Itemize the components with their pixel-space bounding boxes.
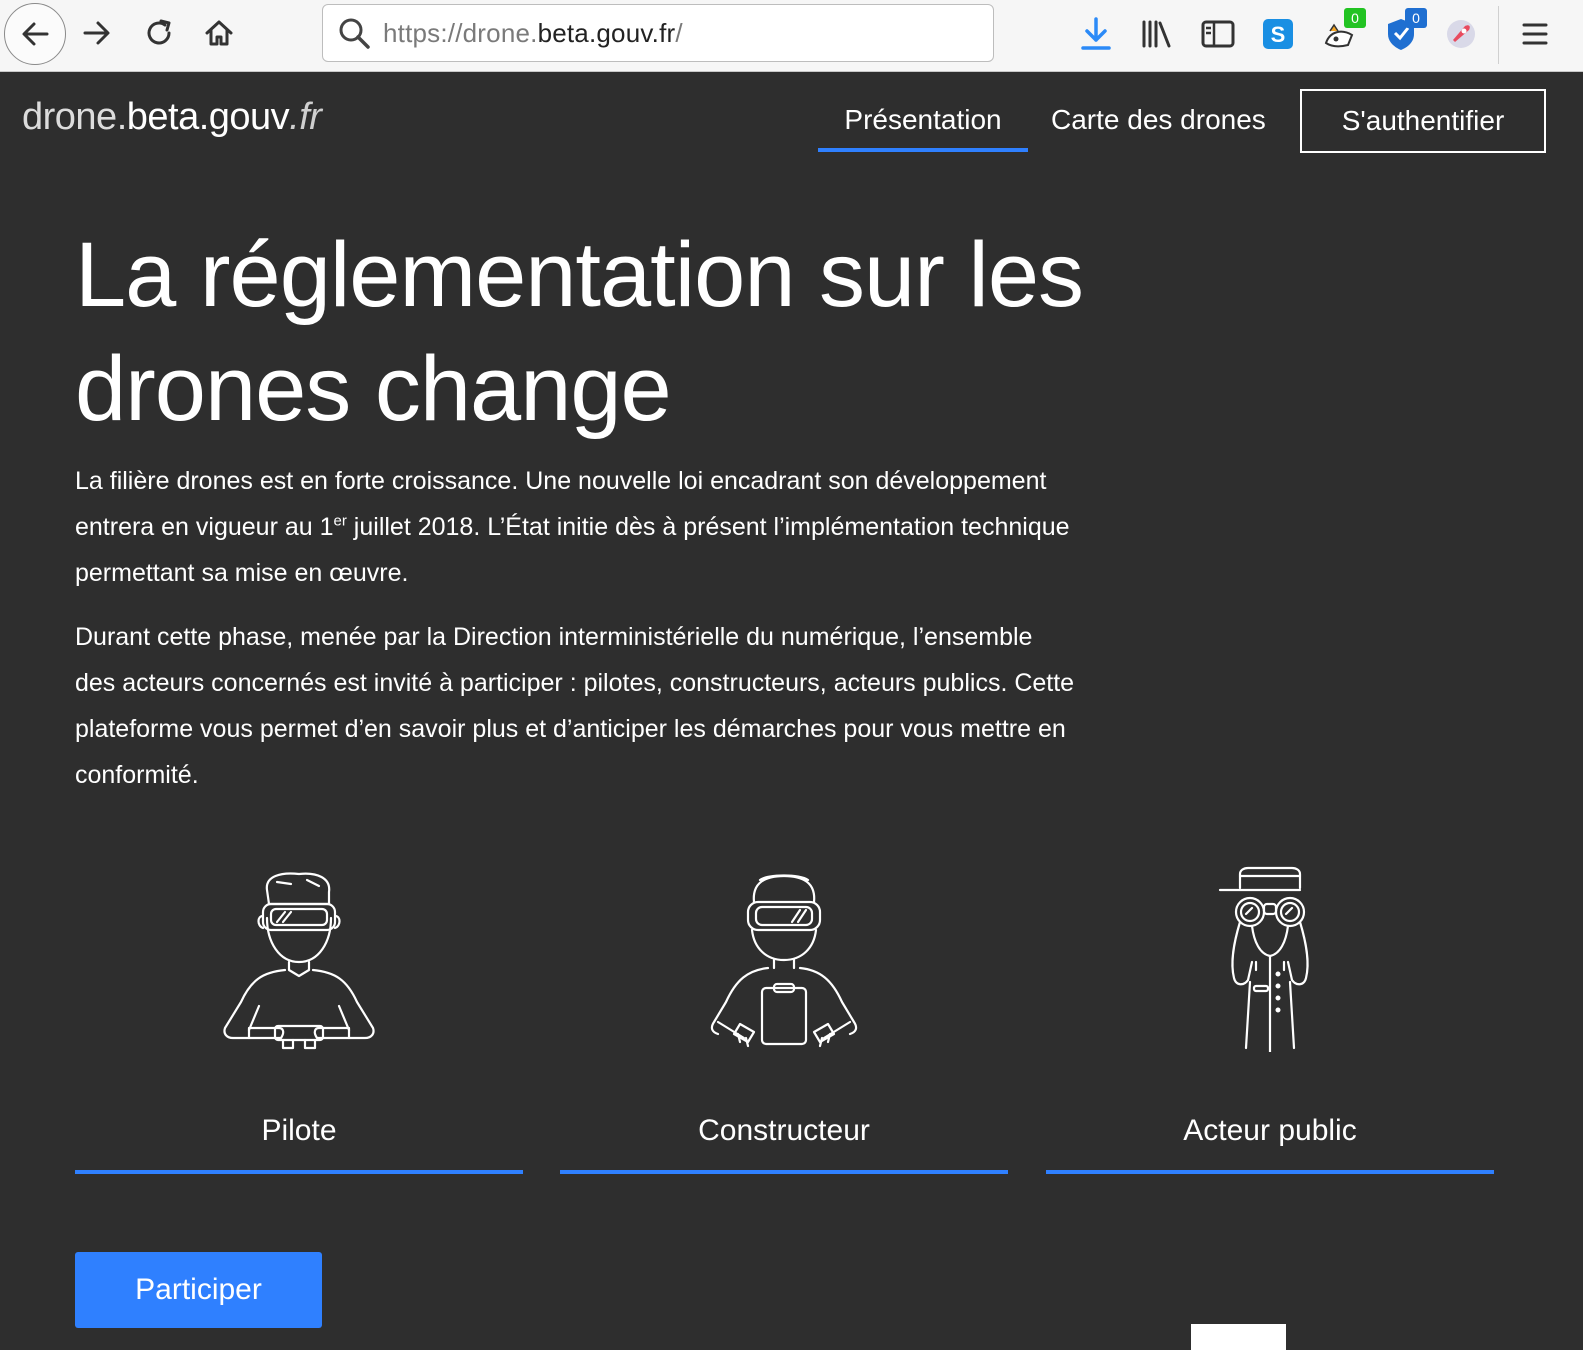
role-underline-constructor xyxy=(560,1170,1008,1174)
logo-part-beta-gouv: beta.gouv xyxy=(126,96,290,138)
search-icon xyxy=(339,18,370,49)
role-card-public-actor[interactable]: Acteur public xyxy=(1046,862,1494,1176)
url-prefix: https://drone. xyxy=(383,17,538,48)
nav-drone-map[interactable]: Carte des drones xyxy=(1051,104,1266,136)
logo-part-drone: drone. xyxy=(22,96,127,138)
sidebar-icon xyxy=(1201,20,1235,48)
arrow-left-icon xyxy=(22,22,49,46)
constructor-illustration xyxy=(710,874,858,1048)
sidebar-button[interactable] xyxy=(1198,12,1238,56)
nav-active-underline xyxy=(818,148,1028,152)
login-button[interactable]: S'authentifier xyxy=(1300,89,1546,153)
reload-button[interactable] xyxy=(136,10,182,56)
role-underline-pilot xyxy=(75,1170,523,1174)
back-button[interactable] xyxy=(4,3,66,65)
site-logo[interactable]: drone.beta.gouv.fr xyxy=(22,96,322,139)
participation-paragraph: Durant cette phase, menée par la Directi… xyxy=(75,623,1075,789)
pilot-illustration xyxy=(223,872,375,1050)
role-label-public-actor: Acteur public xyxy=(1183,1114,1357,1147)
download-icon xyxy=(1081,17,1111,50)
hamburger-menu-icon xyxy=(1522,23,1548,45)
url-text: https://drone.beta.gouv.fr/ xyxy=(383,18,683,49)
page-title: La réglementation sur les drones change xyxy=(75,224,1084,440)
url-suffix: / xyxy=(675,17,683,48)
role-label-constructor: Constructeur xyxy=(698,1114,870,1147)
arrow-right-icon xyxy=(83,21,110,45)
role-underline-public-actor xyxy=(1046,1170,1494,1174)
browser-toolbar: https://drone.beta.gouv.fr/ S 0 0 xyxy=(0,0,1583,72)
partial-white-element xyxy=(1191,1324,1286,1350)
role-label-pilot: Pilote xyxy=(261,1114,337,1147)
blue-badge: 0 xyxy=(1405,8,1427,28)
downloads-button[interactable] xyxy=(1076,12,1116,56)
public-actor-illustration xyxy=(1218,866,1309,1052)
intro-paragraph: La filière drones est en forte croissanc… xyxy=(75,458,1075,596)
site-header: drone.beta.gouv.fr Présentation Carte de… xyxy=(0,72,1583,172)
extension-s-button[interactable]: S xyxy=(1258,12,1298,56)
url-host: beta.gouv.fr xyxy=(537,17,676,48)
url-bar[interactable]: https://drone.beta.gouv.fr/ xyxy=(322,4,994,62)
green-badge: 0 xyxy=(1344,8,1366,28)
home-icon xyxy=(205,20,233,46)
toolbar-separator xyxy=(1498,6,1499,64)
extension-shield-button[interactable]: 0 xyxy=(1381,8,1427,56)
intro-superscript: er xyxy=(333,512,347,530)
extension-cat-button[interactable]: 0 xyxy=(1320,8,1366,56)
forward-button[interactable] xyxy=(74,10,120,56)
nav-presentation[interactable]: Présentation xyxy=(818,104,1028,136)
rocket-icon xyxy=(1447,20,1475,48)
role-card-pilot[interactable]: Pilote xyxy=(75,862,523,1176)
s-extension-icon: S xyxy=(1263,19,1293,49)
menu-button[interactable] xyxy=(1515,12,1555,56)
participate-button[interactable]: Participer xyxy=(75,1252,322,1328)
library-button[interactable] xyxy=(1137,12,1177,56)
reload-icon xyxy=(147,19,171,45)
role-card-constructor[interactable]: Constructeur xyxy=(560,862,1008,1176)
home-button[interactable] xyxy=(196,10,242,56)
library-icon xyxy=(1142,20,1171,48)
logo-part-fr: .fr xyxy=(289,96,322,138)
svg-text:S: S xyxy=(1271,22,1286,47)
extension-rocket-button[interactable] xyxy=(1441,12,1481,56)
